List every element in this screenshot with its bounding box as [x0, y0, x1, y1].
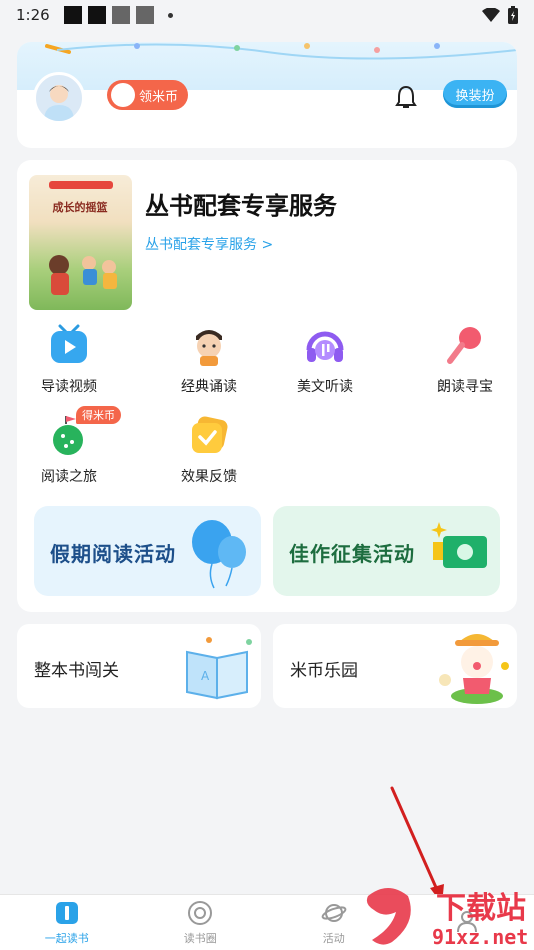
activity-label: 假期阅读活动 [50, 542, 176, 566]
claim-coins-button[interactable]: 领米币 [107, 80, 189, 110]
mascot-icon [111, 83, 135, 107]
clown-mascot-icon [439, 634, 509, 704]
coin-park-card[interactable]: 米币乐园 [273, 624, 517, 708]
grid-item-label: 导读视频 [41, 379, 97, 395]
grid-item-classic-recitation[interactable]: 经典诵读 [159, 324, 259, 396]
status-bar: 1:26 [0, 0, 534, 30]
service-title: 丛书配套专享服务 [145, 192, 337, 220]
more-notifications-icon [167, 12, 173, 18]
change-outfit-button[interactable]: 换装扮 [443, 80, 507, 108]
grid-item-label: 美文听读 [297, 379, 353, 395]
grid-item-feedback[interactable]: 效果反馈 [159, 414, 259, 486]
book-cover-title: 成长的摇篮 [53, 200, 108, 214]
grid-item-reading-journey[interactable]: 得米币 阅读之旅 [19, 406, 121, 486]
balloons-icon [192, 520, 246, 589]
nav-reading-circle[interactable]: 读书圈 [134, 895, 268, 950]
microphone-icon [444, 324, 486, 366]
nav-label: 一起读书 [44, 931, 89, 945]
status-time: 1:26 [16, 6, 50, 24]
circle-icon [188, 900, 213, 925]
check-badge-icon [188, 414, 230, 456]
grid-item-label: 朗读寻宝 [437, 379, 493, 395]
notification-icon [63, 6, 82, 24]
wifi-icon [482, 8, 500, 22]
nav-read-together[interactable]: 一起读书 [0, 895, 134, 950]
planet-icon [321, 903, 347, 922]
service-link[interactable]: 丛书配套专享服务 > [145, 234, 273, 254]
grid-item-label: 效果反馈 [181, 469, 237, 485]
battery-icon [508, 6, 518, 24]
avatar[interactable] [33, 72, 85, 124]
grid-item-label: 阅读之旅 [41, 469, 97, 485]
mini-card-label: 整本书闯关 [34, 661, 119, 681]
claim-coins-label: 领米币 [139, 89, 179, 105]
coin-reward-badge: 得米币 [76, 406, 121, 424]
grid-item-reading-treasure[interactable]: 朗读寻宝 [415, 324, 515, 396]
grid-item-guide-video[interactable]: 导读视频 [19, 324, 119, 396]
book-icon [55, 901, 78, 924]
notification-icon [135, 6, 154, 24]
profile-banner [17, 42, 517, 90]
open-book-icon: A [186, 637, 252, 700]
journey-icon: 得米币 [48, 406, 121, 456]
profile-card: 领米币 换装扮 [17, 42, 517, 148]
essay-contest-activity[interactable]: 佳作征集活动 [273, 506, 500, 596]
site-watermark: 下载站 91xz.net [366, 888, 528, 949]
camera-icon [431, 522, 487, 568]
notification-icon [87, 6, 106, 24]
book-service-card: 成长的摇篮 丛书配套专享服务 丛书配套专享服务 > 导读视频 经典诵读 美文听读 [17, 160, 517, 612]
banner-decoration [45, 43, 517, 60]
tv-icon [48, 324, 90, 366]
watermark-brand: 下载站 [436, 891, 526, 926]
holiday-reading-activity[interactable]: 假期阅读活动 [34, 506, 261, 596]
nav-label: 活动 [322, 931, 345, 945]
notification-icon [111, 6, 130, 24]
watermark-url: 91xz.net [432, 925, 528, 949]
whole-book-challenge-card[interactable]: 整本书闯关 A [17, 624, 261, 708]
grid-item-label: 经典诵读 [181, 379, 237, 395]
nav-label: 读书圈 [183, 931, 217, 945]
bell-icon[interactable] [395, 84, 417, 110]
headphones-icon [304, 324, 346, 366]
reading-boy-icon [188, 324, 230, 366]
grid-item-listen-prose[interactable]: 美文听读 [275, 324, 375, 396]
book-cover[interactable]: 成长的摇篮 [29, 175, 132, 310]
activity-label: 佳作征集活动 [289, 542, 415, 566]
svg-text:A: A [201, 669, 210, 683]
mini-card-label: 米币乐园 [290, 661, 358, 681]
